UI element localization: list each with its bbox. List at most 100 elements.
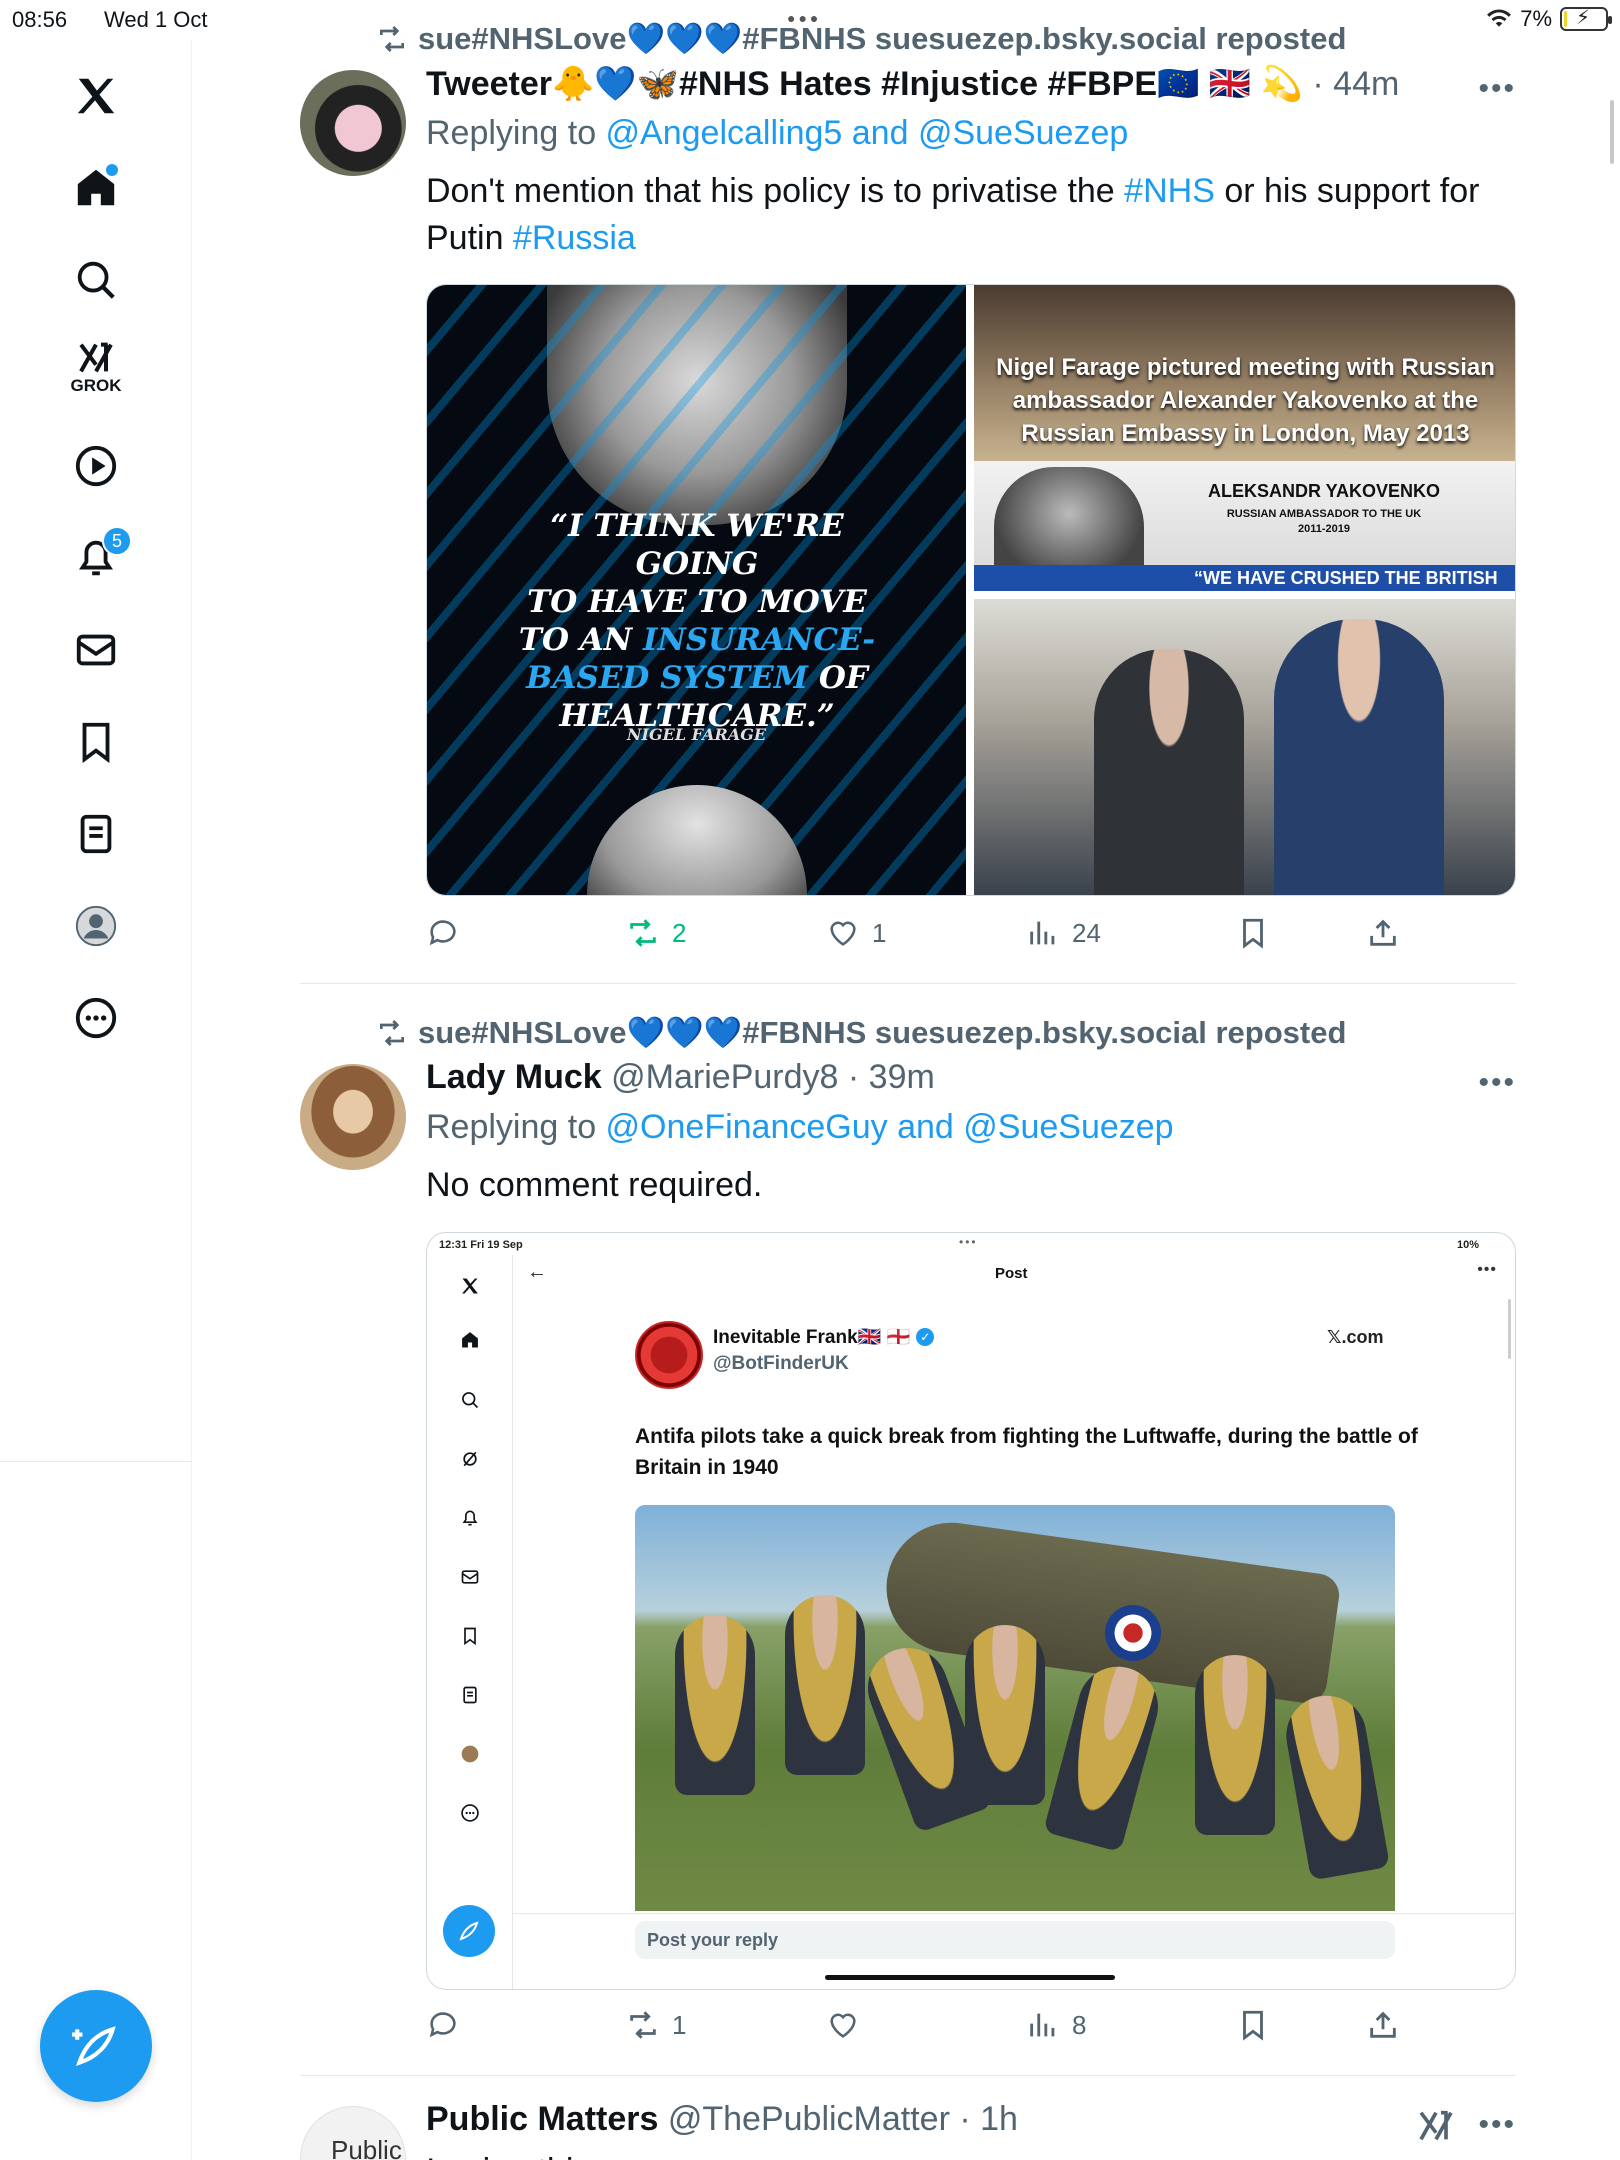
tweet[interactable]: Public Public Matters @ThePublicMatter ·… xyxy=(300,2100,1516,2160)
verified-badge-icon: ✓ xyxy=(916,1328,935,1346)
compose-icon xyxy=(72,2026,116,2066)
battery-icon: ⚡ xyxy=(1560,7,1612,31)
tweet-actions: 1 8 xyxy=(426,2008,1516,2052)
reply-button[interactable] xyxy=(426,916,472,950)
repost-button[interactable]: 2 xyxy=(626,916,686,950)
mail-icon[interactable] xyxy=(62,616,130,684)
repost-count: 1 xyxy=(672,2009,687,2040)
search-icon[interactable] xyxy=(62,246,130,314)
timestamp[interactable]: · 39m xyxy=(848,1058,935,1096)
notification-badge: 5 xyxy=(102,526,132,556)
more-options-icon[interactable]: ••• xyxy=(1478,72,1516,106)
view-count: 8 xyxy=(1072,2009,1087,2040)
display-name[interactable]: Public Matters xyxy=(426,2100,658,2138)
image-caption: Nigel Farage pictured meeting with Russi… xyxy=(996,354,1495,447)
tweet-text: No comment required. xyxy=(426,1166,763,1204)
embedded-photo xyxy=(635,1505,1395,1911)
reply-prefix: Replying to xyxy=(426,1108,606,1146)
grok-icon[interactable]: GROK xyxy=(62,324,130,395)
more-options-icon: ••• xyxy=(1477,1261,1497,1278)
profile-icon[interactable] xyxy=(62,892,130,960)
bookmark-button[interactable] xyxy=(1236,2008,1270,2042)
grok-icon[interactable] xyxy=(1416,2106,1456,2151)
home-icon xyxy=(459,1329,481,1351)
avatar[interactable] xyxy=(300,70,406,176)
reply-context: Replying to @OneFinanceGuy and @SueSueze… xyxy=(426,1108,1174,1147)
bookmark-icon[interactable] xyxy=(62,708,130,776)
reply-button[interactable] xyxy=(426,2008,472,2042)
embedded-status-time: 12:31 Fri 19 Sep xyxy=(439,1239,523,1251)
tweet-media[interactable]: “I THINK WE'RE GOING TO HAVE TO MOVE TO … xyxy=(426,284,1516,896)
more-options-icon[interactable]: ••• xyxy=(1478,2108,1516,2142)
share-button[interactable] xyxy=(1366,916,1400,950)
list-icon[interactable] xyxy=(62,800,130,868)
embedded-sidebar xyxy=(427,1255,513,1989)
embedded-reply-box: Post your reply xyxy=(635,1921,1395,1959)
embedded-author-name: Inevitable Frank🇬🇧 🏴󠁧󠁢󠁥󠁮󠁧󠁿 xyxy=(713,1327,911,1348)
repost-text: sue#NHSLove💙💙💙#FBNHS suesuezep.bsky.soci… xyxy=(418,21,1347,56)
heart-icon xyxy=(830,2013,856,2038)
repost-icon xyxy=(380,1019,404,1046)
hashtag-link[interactable]: #Russia xyxy=(513,219,636,257)
play-icon[interactable] xyxy=(62,432,130,500)
reply-targets[interactable]: @Angelcalling5 and @SueSuezep xyxy=(606,114,1129,152)
tweet-text-part: Don't mention that his policy is to priv… xyxy=(426,172,1125,210)
list-icon xyxy=(459,1684,481,1706)
bookmark-icon xyxy=(1243,2010,1263,2041)
x-logo-icon xyxy=(459,1275,481,1297)
media-image-street[interactable] xyxy=(974,599,1515,895)
like-button[interactable]: 1 xyxy=(826,916,886,950)
compose-button[interactable] xyxy=(40,1990,152,2102)
view-count: 24 xyxy=(1072,917,1101,948)
embedded-author-handle: @BotFinderUK xyxy=(713,1353,849,1374)
more-options-icon[interactable]: ••• xyxy=(1478,1066,1516,1100)
ambassador-role: RUSSIAN AMBASSADOR TO THE UK xyxy=(1226,508,1422,520)
embedded-avatar xyxy=(635,1321,703,1389)
views-button[interactable]: 8 xyxy=(1026,2008,1086,2042)
repost-button[interactable]: 1 xyxy=(626,2008,686,2042)
views-button[interactable]: 24 xyxy=(1026,916,1101,950)
media-image-quote[interactable]: “I THINK WE'RE GOING TO HAVE TO MOVE TO … xyxy=(427,285,966,895)
bookmark-icon xyxy=(1243,918,1263,949)
bookmark-icon xyxy=(459,1625,481,1647)
user-handle[interactable]: @ThePublicMatter xyxy=(668,2100,950,2138)
repost-icon xyxy=(380,25,404,52)
battery-percent: 7% xyxy=(1520,6,1552,31)
heart-icon xyxy=(830,921,856,946)
media-image-embassy[interactable]: Nigel Farage pictured meeting with Russi… xyxy=(974,285,1515,591)
repost-indicator: sue#NHSLove💙💙💙#FBNHS suesuezep.bsky.soci… xyxy=(376,20,1346,57)
quote-text: “I THINK WE'RE GOING TO HAVE TO MOVE TO … xyxy=(518,508,876,734)
user-handle[interactable]: @MariePurdy8 xyxy=(611,1058,838,1096)
reply-targets[interactable]: @OneFinanceGuy and @SueSuezep xyxy=(606,1108,1174,1146)
share-icon xyxy=(1370,919,1396,946)
avatar[interactable]: Public xyxy=(300,2106,406,2160)
x-logo-icon[interactable] xyxy=(62,62,130,130)
more-icon[interactable] xyxy=(62,984,130,1052)
timestamp[interactable]: · 1h xyxy=(959,2100,1018,2138)
timestamp[interactable]: · 44m xyxy=(1312,65,1399,103)
display-name[interactable]: Lady Muck xyxy=(426,1058,602,1096)
tweet-divider xyxy=(300,2075,1516,2076)
like-button[interactable] xyxy=(826,2008,872,2042)
home-indicator xyxy=(825,1975,1115,1980)
like-count: 1 xyxy=(872,917,887,948)
bell-icon[interactable]: 5 xyxy=(62,524,132,592)
embedded-page-title: Post xyxy=(995,1265,1028,1282)
profile-icon xyxy=(459,1743,481,1765)
embedded-battery: 10% xyxy=(1456,1239,1479,1251)
tweet-divider xyxy=(300,983,1516,984)
scrollbar[interactable] xyxy=(1610,100,1614,164)
display-name[interactable]: Tweeter🐥💙🦋#NHS Hates #Injustice #FBPE🇪🇺 … xyxy=(426,65,1303,103)
hashtag-link[interactable]: #NHS xyxy=(1124,172,1215,210)
ambassador-quote: “WE HAVE CRUSHED THE BRITISH xyxy=(974,565,1515,591)
tweet-media-screenshot[interactable]: 12:31 Fri 19 Sep ••• 10% ← Post ••• Inev… xyxy=(426,1232,1516,1990)
ambassador-years: 2011-2019 xyxy=(1298,523,1350,535)
quote-attribution: NIGEL FARAGE xyxy=(626,725,767,744)
home-icon[interactable] xyxy=(62,154,130,222)
bookmark-button[interactable] xyxy=(1236,916,1270,950)
embedded-post-text: Antifa pilots take a quick break from fi… xyxy=(635,1425,1418,1479)
status-time: 08:56 xyxy=(12,7,68,32)
more-icon xyxy=(459,1802,481,1824)
share-button[interactable] xyxy=(1366,2008,1400,2042)
avatar[interactable] xyxy=(300,1064,406,1170)
